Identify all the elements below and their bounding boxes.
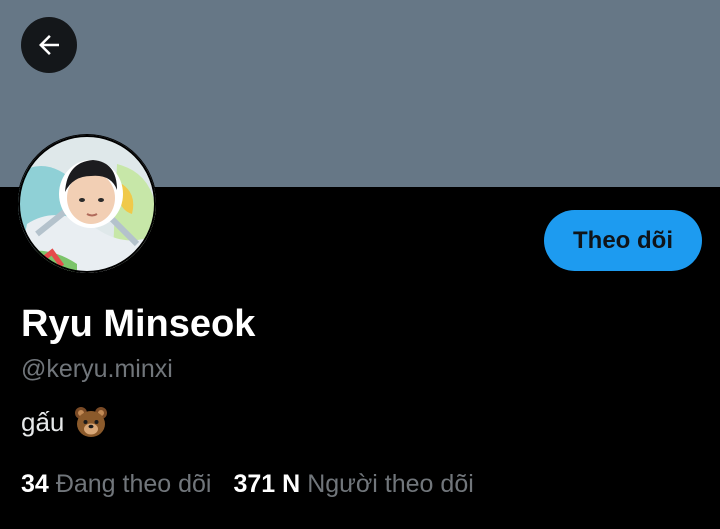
- followers-stat[interactable]: 371 N Người theo dõi: [234, 470, 474, 499]
- followers-label: Người theo dõi: [307, 470, 474, 498]
- back-button[interactable]: [21, 17, 77, 73]
- profile-stats: 34 Đang theo dõi 371 N Người theo dõi: [21, 470, 474, 499]
- follow-button[interactable]: Theo dõi: [544, 210, 702, 271]
- following-count: 34: [21, 470, 49, 498]
- avatar-photo: [18, 135, 156, 273]
- avatar[interactable]: [17, 134, 157, 274]
- bio: gấu: [21, 405, 108, 439]
- following-label: Đang theo dõi: [55, 470, 212, 498]
- arrow-left-icon: [39, 35, 59, 55]
- following-stat[interactable]: 34 Đang theo dõi: [21, 470, 212, 499]
- followers-count: 371 N: [233, 470, 301, 498]
- bear-face-icon: [74, 405, 108, 439]
- bio-text: gấu: [21, 406, 65, 437]
- display-name: Ryu Minseok: [21, 303, 256, 345]
- user-handle: @keryu.minxi: [21, 355, 173, 383]
